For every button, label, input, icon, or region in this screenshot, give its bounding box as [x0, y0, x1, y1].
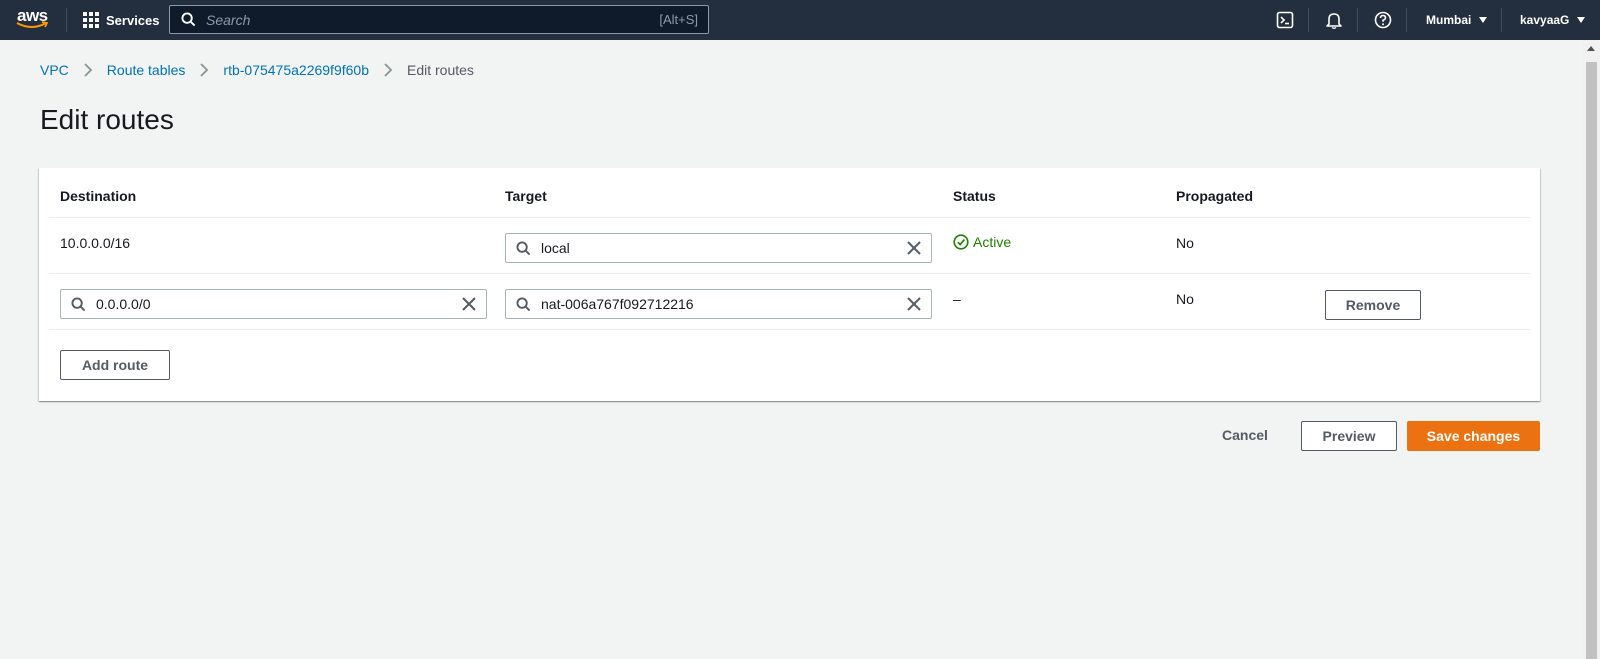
- breadcrumb-vpc[interactable]: VPC: [40, 62, 69, 78]
- route-2-destination-field[interactable]: [60, 289, 487, 319]
- nav-divider: [1308, 8, 1309, 32]
- page-scrollbar[interactable]: [1583, 40, 1600, 659]
- clear-icon[interactable]: [462, 297, 476, 311]
- services-menu[interactable]: Services: [83, 0, 160, 40]
- aws-logo[interactable]: aws: [16, 6, 52, 32]
- route-1-destination: 10.0.0.0/16: [60, 235, 131, 251]
- nav-divider: [1406, 8, 1407, 32]
- search-icon: [71, 296, 86, 312]
- route-1-propagated: No: [1176, 235, 1194, 251]
- route-2-destination-input[interactable]: [96, 296, 462, 312]
- clear-icon[interactable]: [907, 297, 921, 311]
- route-2-target-input[interactable]: [541, 296, 907, 312]
- services-label: Services: [106, 12, 160, 28]
- chevron-right-icon: [383, 63, 393, 77]
- chevron-right-icon: [199, 63, 209, 77]
- caret-down-icon: [1577, 17, 1586, 23]
- top-nav: aws Services [Alt+S]: [0, 0, 1600, 40]
- account-label: kavyaaG: [1520, 13, 1570, 27]
- breadcrumb-route-tables[interactable]: Route tables: [107, 62, 186, 78]
- search-shortcut: [Alt+S]: [659, 12, 698, 27]
- routes-panel: Destination Target Status Propagated 10.…: [39, 168, 1540, 401]
- clear-icon[interactable]: [907, 241, 921, 255]
- column-header-status: Status: [953, 188, 996, 204]
- row-divider: [49, 329, 1530, 330]
- global-search[interactable]: [Alt+S]: [169, 5, 709, 34]
- region-selector[interactable]: Mumbai: [1426, 0, 1488, 40]
- column-header-propagated: Propagated: [1176, 188, 1254, 204]
- page-title: Edit routes: [40, 104, 174, 135]
- route-1-target-field[interactable]: [505, 233, 932, 263]
- add-route-button[interactable]: Add route: [60, 350, 170, 380]
- save-changes-button[interactable]: Save changes: [1407, 421, 1540, 451]
- breadcrumb-current: Edit routes: [406, 62, 474, 78]
- notifications-button[interactable]: [1324, 10, 1344, 30]
- search-icon: [516, 296, 531, 312]
- search-input[interactable]: [206, 11, 660, 28]
- nav-divider: [66, 8, 67, 32]
- row-divider: [49, 217, 1530, 218]
- check-circle-icon: [953, 234, 969, 250]
- grid-icon: [83, 12, 99, 28]
- bell-icon: [1326, 13, 1342, 29]
- route-2-status: –: [953, 291, 961, 307]
- route-2-propagated: No: [1176, 291, 1194, 307]
- column-header-target: Target: [505, 188, 547, 204]
- cloudshell-button[interactable]: [1275, 10, 1295, 30]
- aws-smile-icon: [16, 21, 48, 28]
- breadcrumb-route-table-id[interactable]: rtb-075475a2269f9f60b: [223, 62, 369, 78]
- cancel-button[interactable]: Cancel: [1222, 427, 1268, 443]
- row-divider: [49, 273, 1530, 274]
- breadcrumb: VPC Route tables rtb-075475a2269f9f60b E…: [40, 62, 474, 78]
- scroll-up-arrow-icon[interactable]: [1587, 46, 1595, 51]
- route-1-target-input[interactable]: [541, 240, 907, 256]
- route-1-status: Active: [953, 234, 1011, 250]
- preview-button[interactable]: Preview: [1301, 421, 1397, 451]
- help-icon: [1374, 11, 1392, 29]
- chevron-right-icon: [83, 63, 93, 77]
- column-header-destination: Destination: [60, 188, 137, 204]
- cloudshell-icon: [1276, 11, 1294, 29]
- region-label: Mumbai: [1426, 13, 1472, 27]
- route-2-target-field[interactable]: [505, 289, 932, 319]
- search-icon: [181, 12, 196, 27]
- search-icon: [516, 240, 531, 256]
- help-button[interactable]: [1373, 10, 1393, 30]
- route-1-status-text: Active: [973, 234, 1012, 250]
- remove-route-button[interactable]: Remove: [1325, 290, 1421, 320]
- nav-divider: [1357, 8, 1358, 32]
- nav-divider: [1501, 8, 1502, 32]
- account-menu[interactable]: kavyaaG: [1520, 0, 1586, 40]
- scrollbar-thumb[interactable]: [1586, 62, 1597, 659]
- caret-down-icon: [1479, 17, 1488, 23]
